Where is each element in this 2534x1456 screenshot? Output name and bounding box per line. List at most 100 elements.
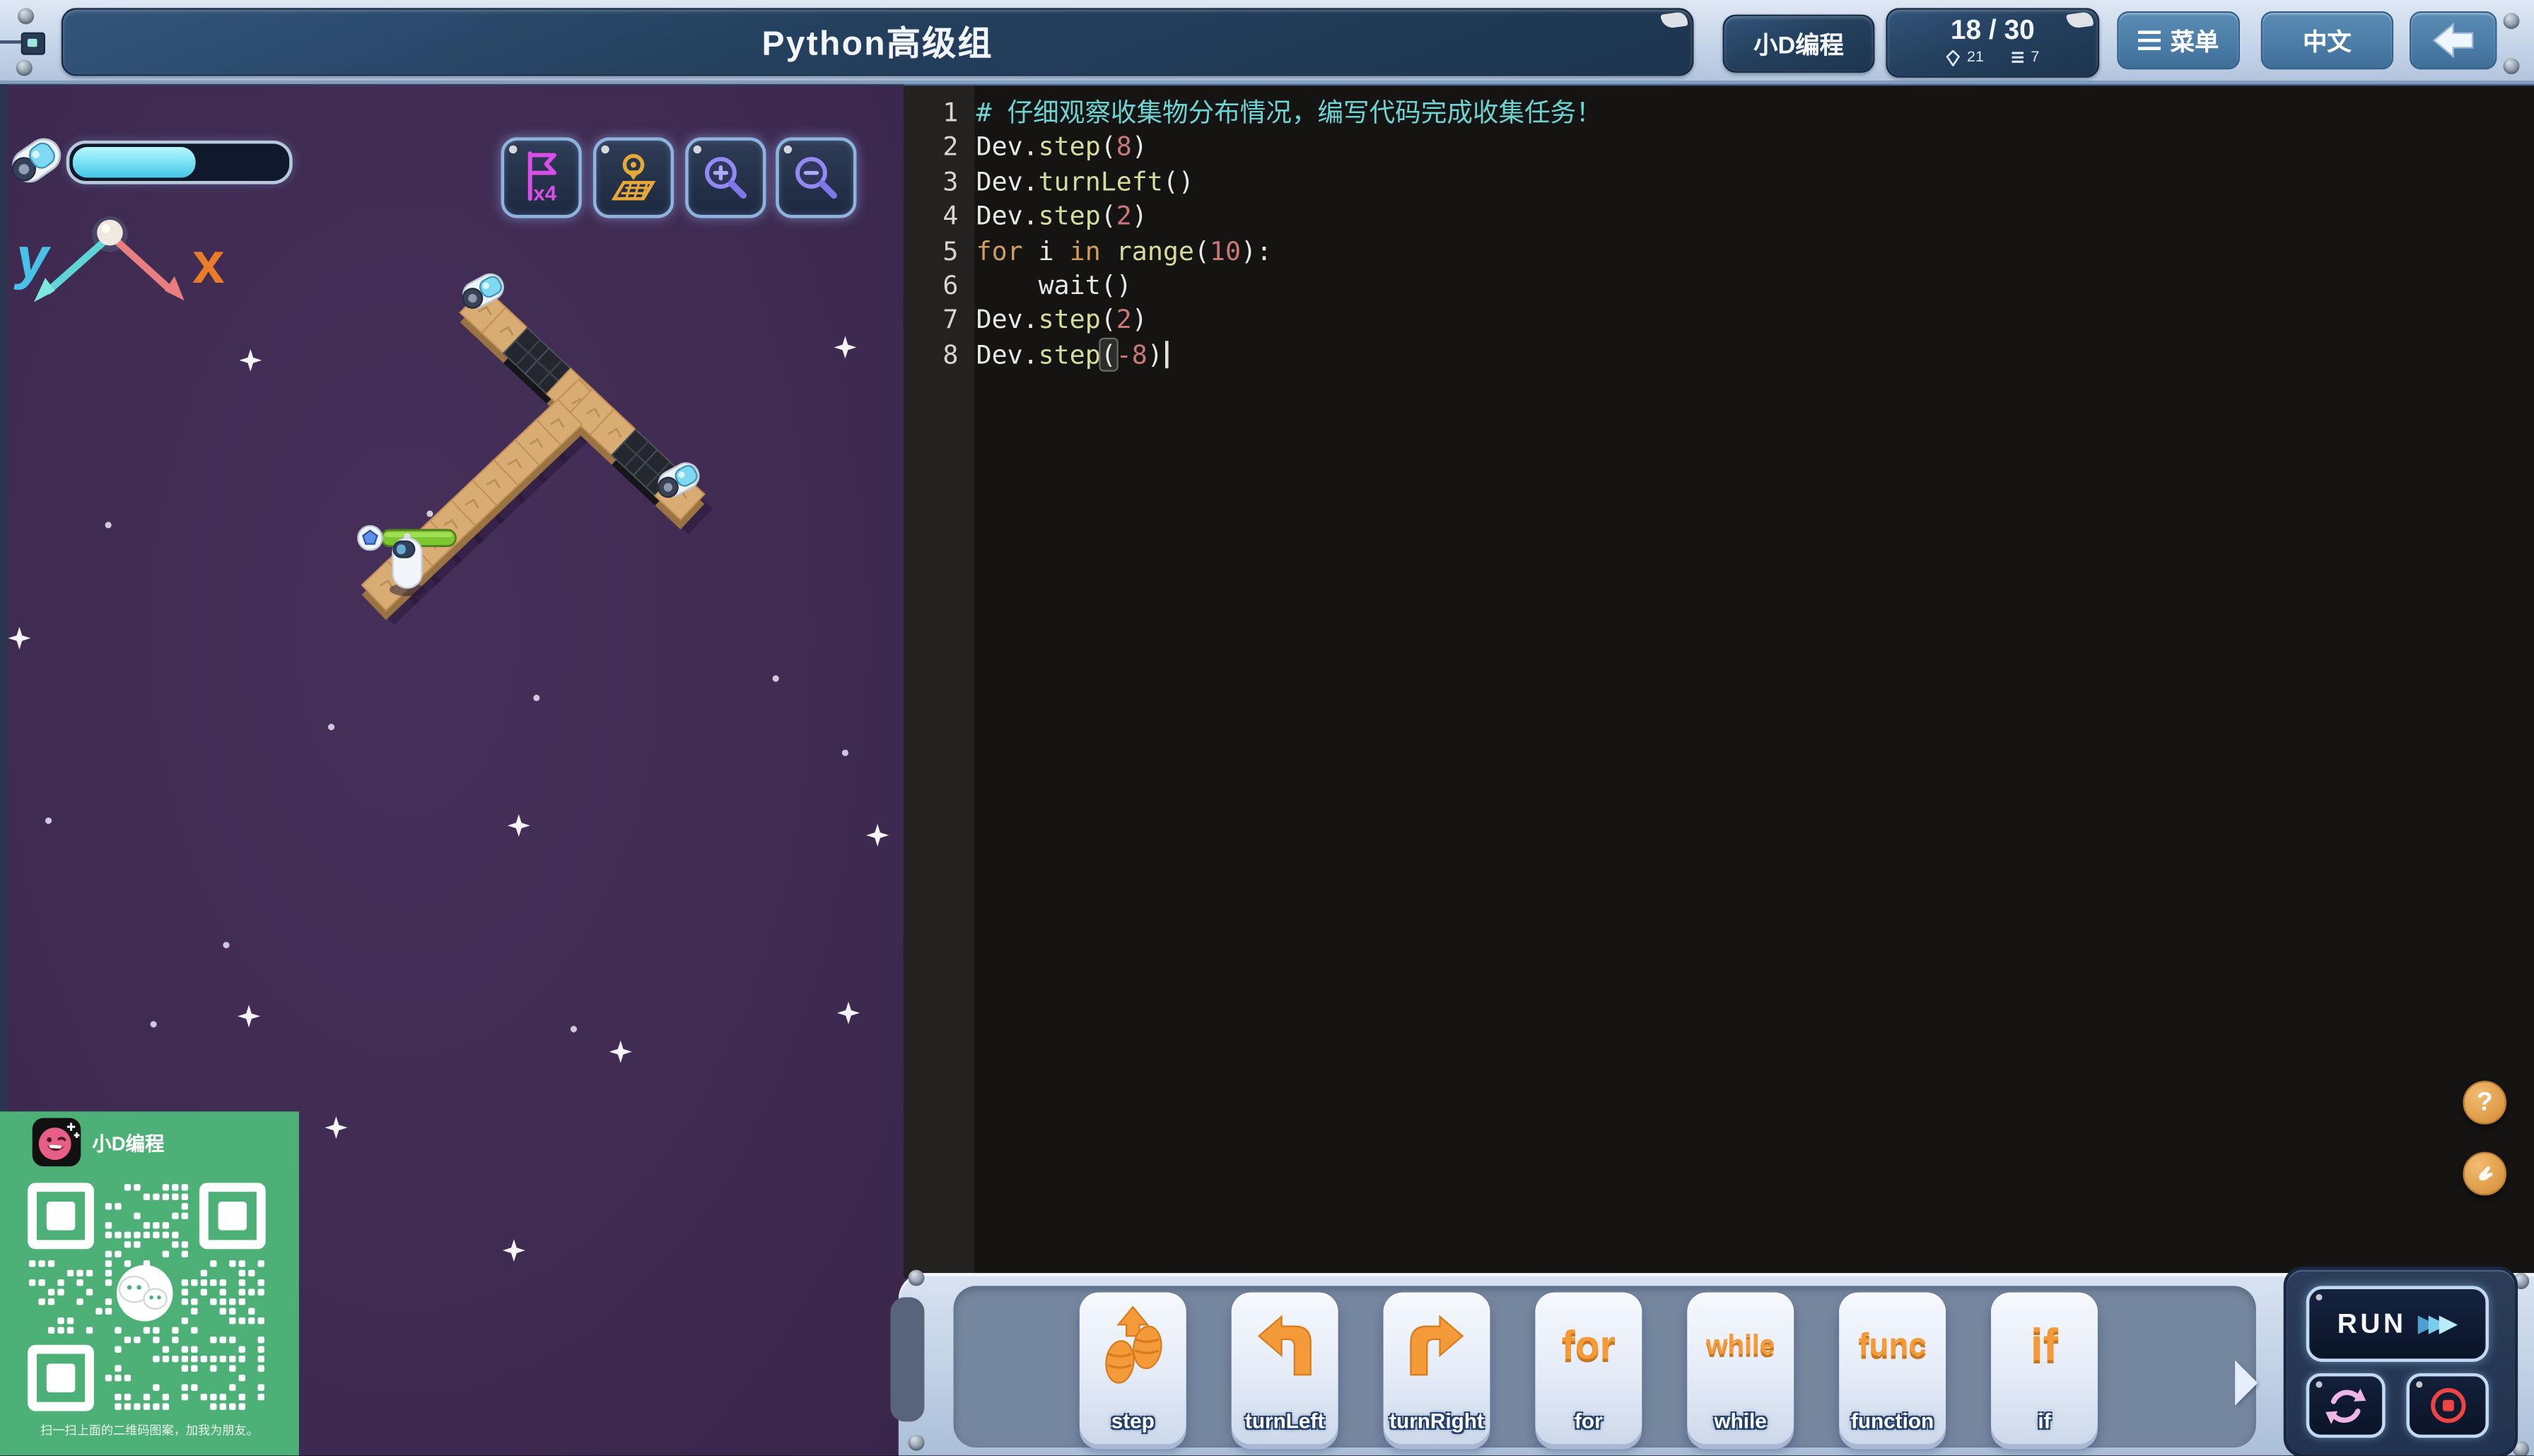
zoom-in-button[interactable] <box>685 137 766 218</box>
menu-label: 菜单 <box>2170 28 2219 56</box>
antenna-connector-icon <box>21 32 45 55</box>
star-dot <box>772 675 779 682</box>
page-title: Python高级组 <box>761 25 993 64</box>
gem-count: 21 <box>1966 48 1985 66</box>
star-sparkle <box>8 626 31 650</box>
energy-progress-bar <box>66 140 293 184</box>
code-editor[interactable]: 1 # 仔细观察收集物分布情况，编写代码完成收集任务！ 2 Dev.step(8) 3 D… <box>903 81 2534 1278</box>
block-label: function <box>1850 1409 1934 1433</box>
level-title-plate: Python高级组 <box>61 8 1694 76</box>
star-dot <box>841 749 848 756</box>
star-dot <box>223 941 230 949</box>
if-keyword-icon: if <box>2030 1320 2058 1370</box>
line-number: 1 <box>942 97 959 128</box>
stop-icon <box>2430 1387 2465 1423</box>
code-line: 8 Dev.step(-8) <box>904 337 2534 372</box>
rivet-icon <box>18 8 34 25</box>
back-button[interactable] <box>2409 11 2497 70</box>
map-pin-icon <box>611 153 656 201</box>
function-keyword-icon: func <box>1858 1327 1927 1363</box>
qr-app-name: 小D编程 <box>92 1132 165 1156</box>
language-label: 中文 <box>2303 28 2352 56</box>
hand-mode-button[interactable] <box>2463 1151 2507 1196</box>
reset-button[interactable] <box>2306 1373 2386 1438</box>
app-badge-label: 小D编程 <box>1753 31 1844 59</box>
list-icon <box>2011 52 2024 63</box>
top-bar: Python高级组 小D编程 18 / 30 21 7 菜单 中文 <box>0 0 2534 84</box>
tray-left-tab[interactable] <box>890 1297 925 1422</box>
app-badge[interactable]: 小D编程 <box>1722 14 1875 73</box>
line-number: 5 <box>942 235 959 266</box>
language-button[interactable]: 中文 <box>2260 11 2394 70</box>
while-keyword-icon: while <box>1706 1329 1775 1361</box>
axis-origin-sphere <box>97 219 123 246</box>
block-label: for <box>1575 1409 1603 1433</box>
progress-fill <box>72 146 196 178</box>
speed-toggle-button[interactable]: x4 <box>501 137 582 218</box>
turn-right-icon <box>1384 1296 1490 1396</box>
rivet-icon <box>908 1269 925 1286</box>
gem-icon <box>1946 49 1961 66</box>
code-lines: 1 # 仔细观察收集物分布情况，编写代码完成收集任务！ 2 Dev.step(8) 3 D… <box>904 95 2534 372</box>
code-line: 5 for i in range(10): <box>904 234 2534 269</box>
star-dot <box>533 694 540 701</box>
block-label: turnLeft <box>1244 1409 1325 1433</box>
star-dot <box>426 510 433 517</box>
star-sparkle <box>237 1004 260 1028</box>
rivet-icon <box>2503 58 2520 75</box>
line-number: 7 <box>942 304 959 336</box>
star-dot <box>105 522 112 529</box>
line-number: 8 <box>942 339 959 370</box>
rivet-icon <box>16 59 33 76</box>
menu-button[interactable]: 菜单 <box>2117 11 2240 70</box>
question-mark-icon: ? <box>2477 1088 2493 1116</box>
star-sparkle <box>507 814 530 837</box>
block-for[interactable]: for for <box>1535 1292 1642 1445</box>
star-dot <box>45 817 52 824</box>
for-keyword-icon: for <box>1561 1322 1616 1368</box>
text-cursor <box>1164 340 1168 368</box>
step-icon <box>1080 1296 1186 1396</box>
fast-forward-icon: ▶▶▶ <box>2417 1310 2458 1338</box>
reset-icon <box>2325 1387 2366 1423</box>
block-function[interactable]: func function <box>1839 1292 1946 1445</box>
game-viewport[interactable]: y x x4 小D编程 扫一扫上面的二维码图案，加我为朋友。 <box>0 81 904 1456</box>
tray-scroll-right-icon[interactable] <box>2235 1360 2258 1406</box>
connector-line <box>0 40 21 44</box>
minimap-button[interactable] <box>592 137 675 218</box>
hand-icon <box>2479 1166 2493 1181</box>
stop-button[interactable] <box>2406 1373 2489 1438</box>
y-axis-label: y <box>13 226 52 290</box>
block-step[interactable]: step <box>1079 1292 1186 1445</box>
code-line: 2 Dev.step(8) <box>904 130 2534 165</box>
code-line: 3 Dev.turnLeft() <box>904 165 2534 199</box>
winking-face-icon <box>38 1122 80 1161</box>
qr-caption: 扫一扫上面的二维码图案，加我为朋友。 <box>40 1423 259 1438</box>
code-line: 7 Dev.step(2) <box>904 303 2534 337</box>
line-number: 6 <box>942 269 959 301</box>
level-progress: 18 / 30 <box>1950 14 2035 45</box>
qr-panel: 小D编程 扫一扫上面的二维码图案，加我为朋友。 <box>0 1111 299 1456</box>
help-button[interactable]: ? <box>2463 1081 2507 1125</box>
rivet-icon <box>908 1434 925 1451</box>
block-turnLeft[interactable]: turnLeft <box>1231 1292 1338 1445</box>
block-tray: step turnLeft turnRight for for while while fun… <box>890 1266 2534 1456</box>
gloss-highlight <box>1660 11 1688 30</box>
flag-x4-icon: x4 <box>527 151 557 205</box>
zoom-out-button[interactable] <box>776 137 857 218</box>
star-dot <box>150 1021 157 1028</box>
block-count: 7 <box>2031 48 2040 66</box>
line-number: 2 <box>942 131 959 163</box>
block-label: turnRight <box>1389 1409 1484 1433</box>
block-turnRight[interactable]: turnRight <box>1383 1292 1490 1445</box>
x-axis-label: x <box>192 231 225 295</box>
app-window: Python高级组 小D编程 18 / 30 21 7 菜单 中文 y x x4… <box>0 0 2534 1456</box>
run-button[interactable]: RUN ▶▶▶ <box>2306 1286 2489 1362</box>
rivet-icon <box>2503 13 2520 30</box>
star-sparkle <box>834 336 857 359</box>
block-if[interactable]: if if <box>1990 1292 2098 1445</box>
block-label: step <box>1111 1409 1155 1433</box>
block-while[interactable]: while while <box>1687 1292 1794 1445</box>
run-label: RUN <box>2337 1308 2407 1339</box>
turn-left-icon <box>1232 1296 1338 1396</box>
